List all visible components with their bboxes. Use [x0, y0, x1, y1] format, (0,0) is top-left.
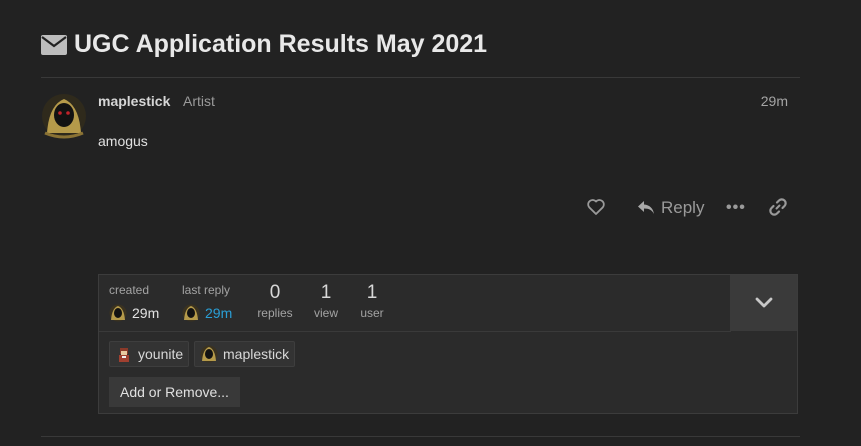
chevron-down-icon	[755, 297, 772, 308]
post-username[interactable]: maplestick	[98, 93, 170, 109]
views-count: 1	[320, 282, 332, 303]
bottom-divider	[41, 436, 800, 437]
expand-topic-map-button[interactable]	[730, 275, 797, 331]
younite-avatar	[115, 345, 133, 363]
last-reply-label: last reply	[182, 283, 231, 297]
topic-title-row: UGC Application Results May 2021	[41, 30, 487, 59]
topic-map-divider	[99, 331, 731, 332]
reply-arrow-icon	[638, 201, 654, 214]
users-count: 1	[366, 282, 378, 303]
created-label: created	[109, 283, 150, 297]
created-time: 29m	[132, 305, 160, 321]
replies-label: replies	[257, 306, 293, 320]
heart-icon[interactable]	[586, 197, 606, 217]
post-body: amogus	[98, 133, 148, 149]
created-value[interactable]: 29m	[109, 304, 159, 322]
topic-title[interactable]: UGC Application Results May 2021	[74, 30, 487, 59]
user-avatar[interactable]	[41, 93, 87, 139]
title-divider	[41, 77, 800, 78]
users-label: user	[360, 306, 384, 320]
last-replier-avatar	[182, 304, 200, 322]
participant-younite[interactable]: younite	[109, 341, 190, 367]
participant-maplestick[interactable]: maplestick	[194, 341, 296, 367]
topic-map: created 29m last reply 29m 0 replies 1 v…	[98, 274, 798, 414]
participant-name: maplestick	[223, 346, 290, 362]
post-user-title: Artist	[183, 93, 215, 109]
reply-label: Reply	[661, 198, 705, 217]
add-or-remove-button[interactable]: Add or Remove...	[109, 377, 240, 407]
envelope-icon	[41, 34, 67, 55]
post-date[interactable]: 29m	[761, 93, 788, 109]
link-icon[interactable]	[768, 197, 788, 217]
last-reply-time: 29m	[205, 305, 233, 321]
last-reply-value[interactable]: 29m	[182, 304, 232, 322]
views-label: view	[313, 306, 338, 320]
reply-button[interactable]: Reply	[637, 197, 704, 219]
creator-avatar	[109, 304, 127, 322]
maplestick-avatar	[200, 345, 218, 363]
more-actions-button[interactable]: •••	[726, 199, 746, 217]
replies-count: 0	[269, 282, 281, 303]
participant-name: younite	[138, 346, 184, 362]
